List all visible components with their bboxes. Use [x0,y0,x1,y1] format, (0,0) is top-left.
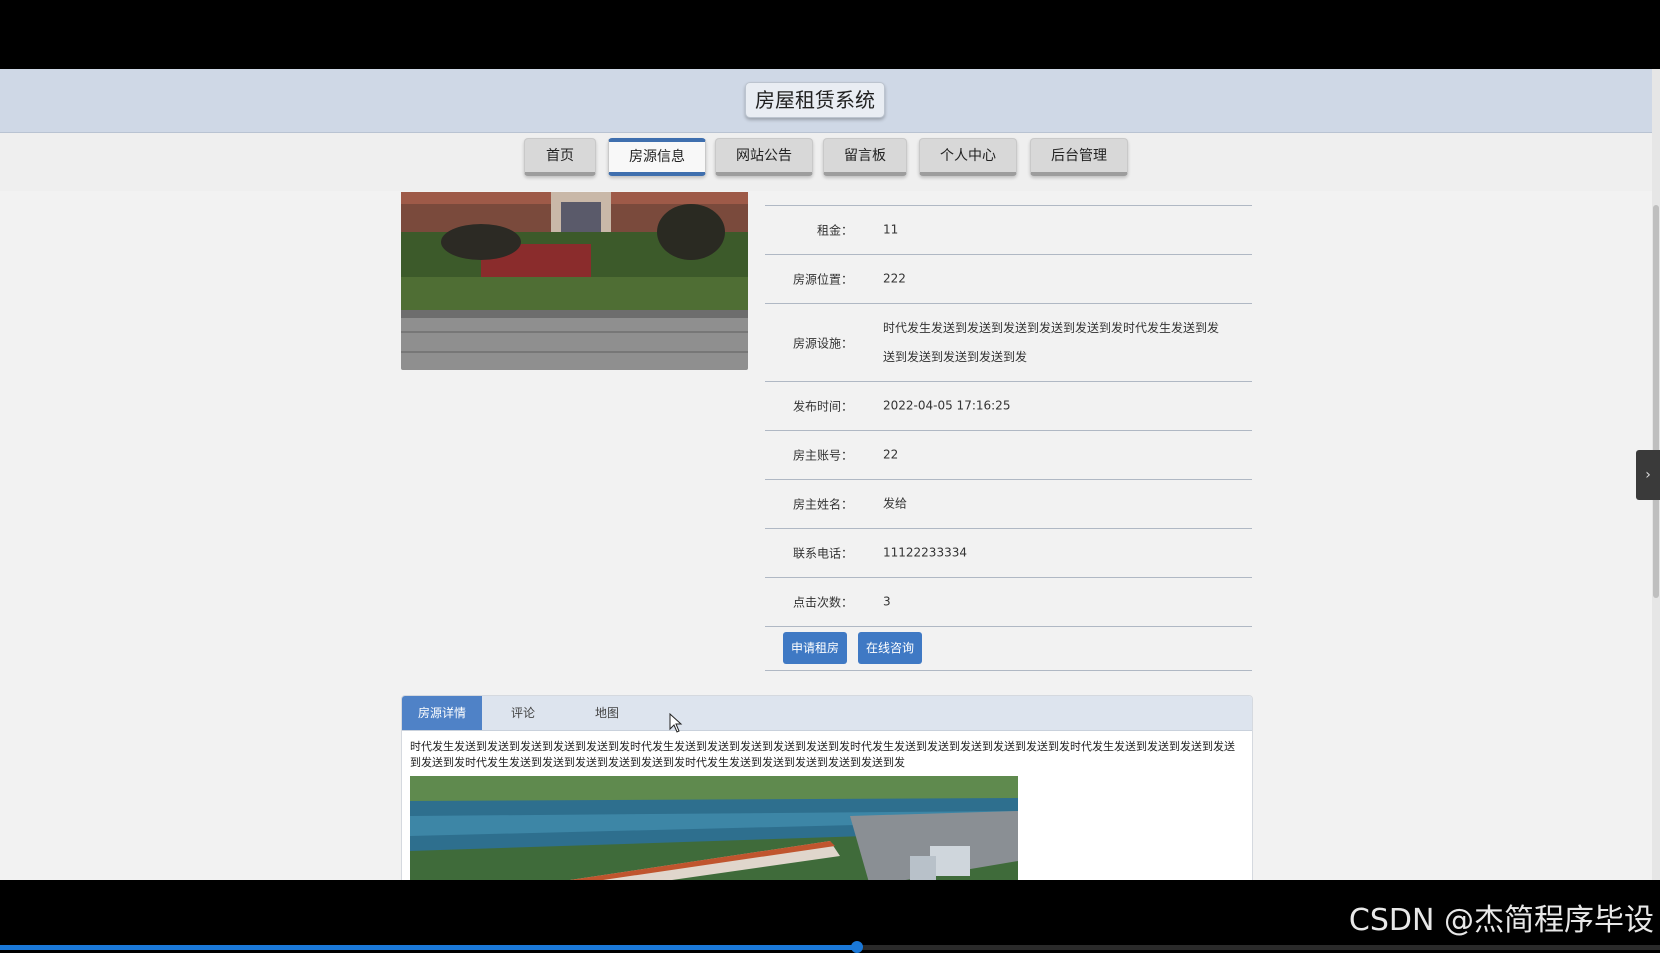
site-title: 房屋租赁系统 [745,82,885,118]
listing-description: 时代发生发送到发送到发送到发送到发送到发时代发生发送到发送到发送到发送到发送到发… [410,740,1235,769]
detail-label: 房源设施： [792,336,853,350]
nav-personal-center[interactable]: 个人中心 [919,138,1017,176]
chevron-right-icon[interactable]: › [1636,450,1660,500]
nav-announcements[interactable]: 网站公告 [715,138,813,176]
action-buttons: 申请租房 在线咨询 [765,626,1252,671]
detail-row-owner-account: 房主账号： 22 [765,430,1252,479]
nav-message-board[interactable]: 留言板 [823,138,907,176]
nav-listings[interactable]: 房源信息 [608,138,706,176]
detail-label: 发布时间： [792,399,853,414]
detail-label: 租金： [816,223,853,238]
tab-header: 房源详情 评论 地图 [402,696,1252,731]
online-consult-button[interactable]: 在线咨询 [858,632,923,664]
detail-row-rent: 租金： 11 [765,205,1252,254]
watermark-text: CSDN @杰简程序毕设 [1348,903,1654,938]
detail-value: 222 [883,271,906,286]
detail-value: 11122233334 [883,545,967,560]
video-top-letterbox [0,0,1660,69]
main-nav: 首页 房源信息 网站公告 留言板 个人中心 后台管理 [0,133,1652,191]
tab-map[interactable]: 地图 [572,696,642,730]
detail-tabs-panel: 房源详情 评论 地图 时代发生发送到发送到发送到发送到发送到发时代发生发送到发送… [401,695,1253,880]
video-progress-knob[interactable] [850,941,863,953]
page-scrollbar-thumb[interactable] [1653,205,1659,598]
detail-label: 联系电话： [792,546,853,561]
nav-admin[interactable]: 后台管理 [1030,138,1128,176]
detail-value: 11 [883,222,899,237]
tab-comments[interactable]: 评论 [488,696,558,730]
listing-photo [401,192,748,370]
detail-label: 房源位置： [792,272,853,287]
listing-detail-image [410,776,1018,880]
detail-label: 点击次数： [792,595,853,610]
detail-row-publish-time: 发布时间： 2022-04-05 17:16:25 [765,381,1252,430]
site-header: 房屋租赁系统 [0,69,1652,133]
listing-details: 租金： 11 房源位置： 222 房源设施： 时代发生发送到发送到发送到发送到发… [765,205,1252,671]
detail-row-click-count: 点击次数： 3 [765,577,1252,626]
mouse-pointer-icon [669,713,683,733]
detail-row-owner-name: 房主姓名： 发给 [765,479,1252,528]
detail-value: 发给 [883,496,908,511]
detail-row-phone: 联系电话： 11122233334 [765,528,1252,577]
detail-value: 22 [883,447,899,462]
detail-value: 3 [883,594,891,609]
detail-row-location: 房源位置： 222 [765,254,1252,303]
detail-label: 房主账号： [792,448,853,463]
apply-rent-button[interactable]: 申请租房 [783,632,848,664]
nav-home[interactable]: 首页 [524,138,596,176]
detail-label: 房主姓名： [792,497,853,512]
detail-value: 时代发生发送到发送到发送到发送到发送到发时代发生发送到发送到发送到发送到发送到发 [883,320,1220,364]
browser-viewport: 房屋租赁系统 首页 房源信息 网站公告 留言板 个人中心 后台管理 租金： 11… [0,69,1652,880]
detail-value: 2022-04-05 17:16:25 [883,398,1011,413]
detail-row-facilities: 房源设施： 时代发生发送到发送到发送到发送到发送到发时代发生发送到发送到发送到发… [765,303,1252,381]
tab-listing-details[interactable]: 房源详情 [402,696,482,730]
video-progress-fill [0,945,857,950]
